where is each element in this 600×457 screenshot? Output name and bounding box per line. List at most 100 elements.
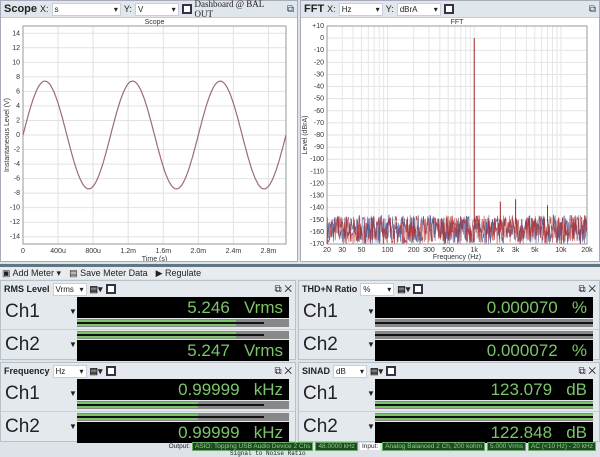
level-bar xyxy=(77,319,289,327)
channel-dropdown-icon[interactable]: ▼ xyxy=(367,307,375,316)
x-label: X: xyxy=(40,4,49,14)
meter-title: THD+N Ratio xyxy=(302,284,358,294)
scope-title: Scope xyxy=(4,3,38,15)
y-tick-label: +10 xyxy=(312,23,324,30)
meter-value: 0.000070 % xyxy=(375,297,593,318)
meter-title: SINAD xyxy=(302,366,331,376)
save-meter-data-button[interactable]: ▤ Save Meter Data xyxy=(69,268,148,279)
meter-value: 0.99999 kHz xyxy=(77,422,289,443)
y-label: Y: xyxy=(123,4,132,14)
x-axis-label: Frequency (Hz) xyxy=(433,254,481,261)
y-tick-label: -50 xyxy=(314,96,324,103)
channel-label: Ch1 xyxy=(303,301,338,322)
fft-title: FFT xyxy=(304,3,325,15)
meter-row: Ch2 ▼ 122.848 dB xyxy=(299,411,599,443)
meter-unit-select[interactable]: Vrms ▾ xyxy=(52,282,87,296)
level-bar xyxy=(375,413,593,421)
scope-panel: Scope X: s ▾ Y: V ▾ Dashboard @ BAL OUT ⧉ … xyxy=(0,0,298,263)
x-tick-label: 800u xyxy=(85,248,101,255)
y-tick-label: -110 xyxy=(311,168,325,175)
meter-row: Ch1 ▼ 123.079 dB xyxy=(299,379,599,411)
popout-icon[interactable]: ⧉ ✕ xyxy=(274,366,292,377)
meter-title: RMS Level xyxy=(4,284,50,294)
input-range[interactable]: 5.000 Vrms xyxy=(487,441,527,451)
x-tick-label: 300 xyxy=(423,247,435,254)
x-tick-label: 400u xyxy=(50,248,66,255)
meter-frequency: Frequency Hz ▾ ▤▾ ⧉ ✕ Ch1 ▼ 0.99999 kHz C… xyxy=(0,362,296,443)
y-tick-label: -60 xyxy=(314,108,324,115)
y-unit-select[interactable]: V ▾ xyxy=(134,2,179,16)
meter-unit-select[interactable]: % ▾ xyxy=(360,282,395,296)
y-tick-label: -130 xyxy=(310,193,324,200)
meter-row: Ch2 ▼ 0.000072 % xyxy=(299,329,599,361)
settings-icon[interactable] xyxy=(105,366,116,376)
x-unit-select[interactable]: Hz ▾ xyxy=(338,2,383,16)
y-tick-label: -70 xyxy=(314,120,324,127)
channel-label: Ch1 xyxy=(5,383,40,404)
meter-options-icon[interactable]: ▤▾ xyxy=(90,366,103,377)
popout-icon[interactable]: ⧉ ✕ xyxy=(578,284,596,295)
x-tick-label: 1k xyxy=(471,247,479,254)
y-unit-select[interactable]: dBrA ▾ xyxy=(396,2,441,16)
channel-dropdown-icon[interactable]: ▼ xyxy=(69,422,77,431)
y-tick-label: -8 xyxy=(14,190,20,197)
y-tick-label: -30 xyxy=(314,71,324,78)
regulate-button[interactable]: ▶ Regulate xyxy=(156,268,201,279)
x-tick-label: 30 xyxy=(338,247,346,254)
meter-unit-select[interactable]: dB ▾ xyxy=(333,364,368,378)
y-axis-label: Instantaneous Level (V) xyxy=(4,98,11,172)
input-device[interactable]: Analog Balanced 2 Ch, 200 kohm xyxy=(382,441,486,451)
channel-dropdown-icon[interactable]: ▼ xyxy=(69,340,77,349)
meter-sinad: SINAD dB ▾ ▤▾ ⧉ ✕ Ch1 ▼ 123.079 dB Ch2 ▼ … xyxy=(298,362,600,443)
settings-icon[interactable] xyxy=(443,4,454,14)
output-rate[interactable]: 48.0000 kHz xyxy=(315,441,358,451)
x-tick-label: 1.6m xyxy=(155,248,171,255)
settings-icon[interactable] xyxy=(413,284,424,294)
channel-dropdown-icon[interactable]: ▼ xyxy=(367,389,375,398)
channel-label: Ch2 xyxy=(303,334,338,355)
popout-icon[interactable]: ⧉ xyxy=(287,4,294,15)
input-filter[interactable]: AC (<10 Hz) - 20 kHz xyxy=(528,441,596,451)
popout-icon[interactable]: ⧉ ✕ xyxy=(274,284,292,295)
x-tick-label: 50 xyxy=(358,247,366,254)
y-tick-label: 0 xyxy=(320,35,324,42)
meter-title: Frequency xyxy=(4,366,50,376)
y-tick-label: -10 xyxy=(314,47,324,54)
x-tick-label: 100 xyxy=(382,247,394,254)
y-tick-label: 0 xyxy=(16,132,20,139)
popout-icon[interactable]: ⧉ xyxy=(589,4,596,15)
y-tick-label: -170 xyxy=(310,241,324,248)
settings-icon[interactable] xyxy=(105,284,116,294)
meter-row: Ch2 ▼ 5.247 Vrms xyxy=(1,329,295,361)
y-axis-label: Level (dBrA) xyxy=(302,116,309,155)
fft-panel: FFT X: Hz ▾ Y: dBrA ▾ ⧉ FFT +10 0 -10 -20 -30 -4… xyxy=(300,0,600,262)
channel-dropdown-icon[interactable]: ▼ xyxy=(69,389,77,398)
x-unit-select[interactable]: s ▾ xyxy=(51,2,121,16)
meter-toolbar: ▣ Add Meter ▾ ▤ Save Meter Data ▶ Regula… xyxy=(0,264,600,279)
meter-options-icon[interactable]: ▤▾ xyxy=(90,284,103,295)
meter-options-icon[interactable]: ▤▾ xyxy=(397,284,410,295)
channel-dropdown-icon[interactable]: ▼ xyxy=(69,307,77,316)
meter-options-icon[interactable]: ▤▾ xyxy=(370,366,383,377)
meter-rms-level: RMS Level Vrms ▾ ▤▾ ⧉ ✕ Ch1 ▼ 5.246 Vrms … xyxy=(0,280,296,361)
channel-dropdown-icon[interactable]: ▼ xyxy=(367,422,375,431)
x-tick-label: 2k xyxy=(497,247,505,254)
add-meter-button[interactable]: ▣ Add Meter ▾ xyxy=(2,268,61,279)
settings-icon[interactable] xyxy=(181,4,192,14)
meter-value: 0.000072 % xyxy=(375,340,593,361)
x-tick-label: 1.2m xyxy=(120,248,136,255)
y-tick-label: -6 xyxy=(14,176,20,183)
meter-unit-select[interactable]: Hz ▾ xyxy=(52,364,87,378)
meter-value: 0.99999 kHz xyxy=(77,379,289,400)
y-tick-label: -4 xyxy=(14,161,20,168)
y-tick-label: -100 xyxy=(310,156,324,163)
popout-icon[interactable]: ⧉ ✕ xyxy=(578,366,596,377)
meter-row: Ch1 ▼ 0.000070 % xyxy=(299,297,599,329)
settings-icon[interactable] xyxy=(386,366,397,376)
meter-value: 5.246 Vrms xyxy=(77,297,289,318)
y-tick-label: 12 xyxy=(12,45,20,52)
level-bar xyxy=(77,413,289,421)
x-tick-label: 0 xyxy=(21,248,25,255)
x-tick-label: 5k xyxy=(531,247,539,254)
channel-dropdown-icon[interactable]: ▼ xyxy=(367,340,375,349)
